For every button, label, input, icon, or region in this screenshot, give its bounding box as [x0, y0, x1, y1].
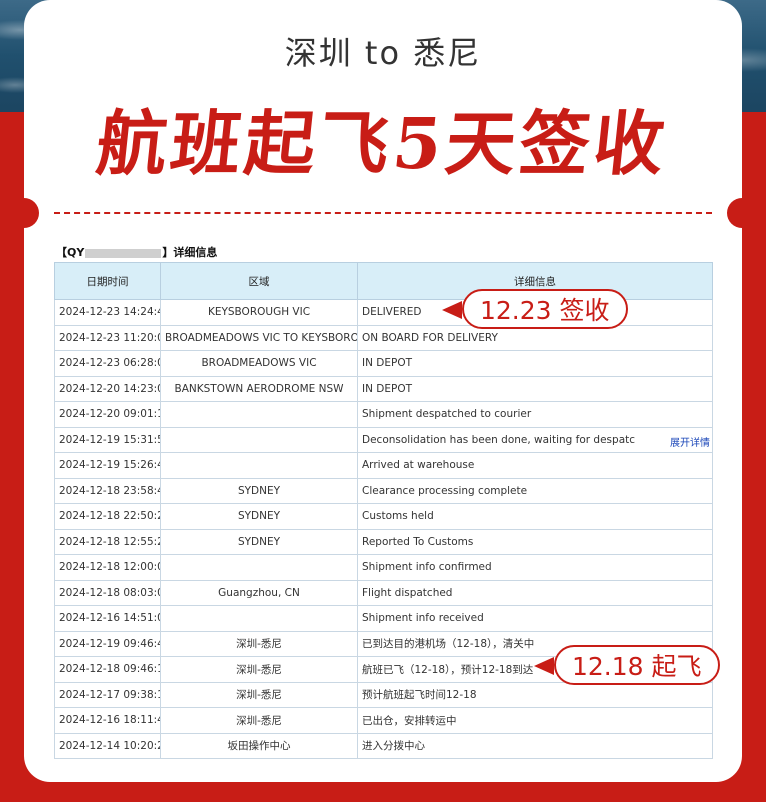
content-card: 深圳 to 悉尼 航班起飞5天签收 【QY 】详细信息 日期时间 区域 详细信息 …	[24, 0, 742, 782]
cell-datetime: 2024-12-19 09:46:40	[54, 630, 161, 657]
table-row: 2024-12-23 11:20:00 BROADMEADOWS VIC TO K…	[54, 324, 713, 351]
table-row: 2024-12-19 15:26:47 Arrived at warehouse	[54, 452, 713, 479]
cell-area: 深圳-悉尼	[160, 656, 358, 683]
headline: 航班起飞5天签收	[92, 102, 673, 185]
cell-detail: Shipment info confirmed	[357, 554, 713, 581]
cell-datetime: 2024-12-20 14:23:00	[54, 375, 161, 402]
cell-detail: Shipment info received	[357, 605, 713, 632]
cell-area: 深圳-悉尼	[160, 707, 358, 734]
dashed-divider	[54, 212, 712, 214]
table-row: 2024-12-18 22:50:29 SYDNEY Customs held	[54, 503, 713, 530]
cell-area: 深圳-悉尼	[160, 630, 358, 657]
cell-datetime: 2024-12-23 14:24:45	[54, 299, 161, 326]
cell-area: Guangzhou, CN	[160, 579, 358, 606]
cell-area	[160, 426, 358, 453]
cell-detail: 已出仓，安排转运中	[357, 707, 713, 734]
table-row: 2024-12-18 12:00:09 Shipment info confirm…	[54, 554, 713, 581]
cell-area	[160, 554, 358, 581]
table-row: 2024-12-23 06:28:00 BROADMEADOWS VIC IN DE…	[54, 350, 713, 377]
cell-datetime: 2024-12-19 15:26:47	[54, 452, 161, 479]
table-row: 2024-12-14 10:20:23 坂田操作中心 进入分拨中心	[54, 732, 713, 759]
table-row: 2024-12-16 14:51:06 Shipment info receive…	[54, 605, 713, 632]
cell-detail: Customs held	[357, 503, 713, 530]
cell-area: 坂田操作中心	[160, 732, 358, 759]
table-row: 2024-12-18 23:58:40 SYDNEY Clearance proce…	[54, 477, 713, 504]
cell-datetime: 2024-12-18 23:58:40	[54, 477, 161, 504]
table-row: 2024-12-18 08:03:00 Guangzhou, CN Flight d…	[54, 579, 713, 606]
table-row: 2024-12-19 15:31:56 Deconsolidation has b…	[54, 426, 713, 453]
cell-datetime: 2024-12-18 22:50:29	[54, 503, 161, 530]
title-suffix: 】详细信息	[162, 246, 218, 259]
cell-area	[160, 605, 358, 632]
ticket-notch-right	[727, 198, 742, 228]
cell-area	[160, 401, 358, 428]
cell-area: BANKSTOWN AERODROME NSW	[160, 375, 358, 402]
cell-datetime: 2024-12-20 09:01:11	[54, 401, 161, 428]
cell-datetime: 2024-12-17 09:38:16	[54, 681, 161, 708]
column-header-area: 区域	[160, 262, 358, 300]
cell-area: SYDNEY	[160, 528, 358, 555]
cell-datetime: 2024-12-18 12:55:22	[54, 528, 161, 555]
cell-area: BROADMEADOWS VIC	[160, 350, 358, 377]
table-row: 2024-12-20 09:01:11 Shipment despatched t…	[54, 401, 713, 428]
ticket-notch-left	[24, 198, 39, 228]
tracking-panel-title: 【QY 】详细信息	[56, 244, 217, 260]
detail-text: Deconsolidation has been done, waiting f…	[362, 433, 636, 446]
cell-datetime: 2024-12-23 06:28:00	[54, 350, 161, 377]
expand-details-link[interactable]: 展开详情	[670, 434, 710, 449]
route-title: 深圳 to 悉尼	[284, 34, 482, 72]
cell-area	[160, 452, 358, 479]
cell-area: KEYSBOROUGH VIC	[160, 299, 358, 326]
cell-detail: Deconsolidation has been done, waiting f…	[357, 426, 713, 453]
table-row: 2024-12-20 14:23:00 BANKSTOWN AERODROME N…	[54, 375, 713, 402]
column-header-datetime: 日期时间	[54, 262, 161, 300]
redacted-tracking-number	[85, 248, 162, 258]
callout-delivered: 12.23 签收	[442, 289, 628, 329]
cell-detail: Reported To Customs	[357, 528, 713, 555]
cell-detail: Arrived at warehouse	[357, 452, 713, 479]
cell-datetime: 2024-12-18 08:03:00	[54, 579, 161, 606]
cell-datetime: 2024-12-16 18:11:44	[54, 707, 161, 734]
table-row: 2024-12-18 12:55:22 SYDNEY Reported To Cus…	[54, 528, 713, 555]
cell-area: 深圳-悉尼	[160, 681, 358, 708]
cell-detail: Flight dispatched	[357, 579, 713, 606]
cell-area: SYDNEY	[160, 477, 358, 504]
cell-detail: 进入分拨中心	[357, 732, 713, 759]
table-row: 2024-12-16 18:11:44 深圳-悉尼 已出仓，安排转运中	[54, 707, 713, 734]
title-prefix: 【QY	[56, 246, 85, 259]
cell-area: SYDNEY	[160, 503, 358, 530]
cell-datetime: 2024-12-19 15:31:56	[54, 426, 161, 453]
cell-datetime: 2024-12-14 10:20:23	[54, 732, 161, 759]
cell-area: BROADMEADOWS VIC TO KEYSBOROUG	[160, 324, 358, 351]
cell-datetime: 2024-12-18 09:46:19	[54, 656, 161, 683]
cell-datetime: 2024-12-18 12:00:09	[54, 554, 161, 581]
cell-datetime: 2024-12-23 11:20:00	[54, 324, 161, 351]
cell-detail: IN DEPOT	[357, 375, 713, 402]
cell-datetime: 2024-12-16 14:51:06	[54, 605, 161, 632]
callout-departed: 12.18 起飞	[534, 645, 720, 685]
cell-detail: IN DEPOT	[357, 350, 713, 377]
cell-detail: Clearance processing complete	[357, 477, 713, 504]
cell-detail: Shipment despatched to courier	[357, 401, 713, 428]
